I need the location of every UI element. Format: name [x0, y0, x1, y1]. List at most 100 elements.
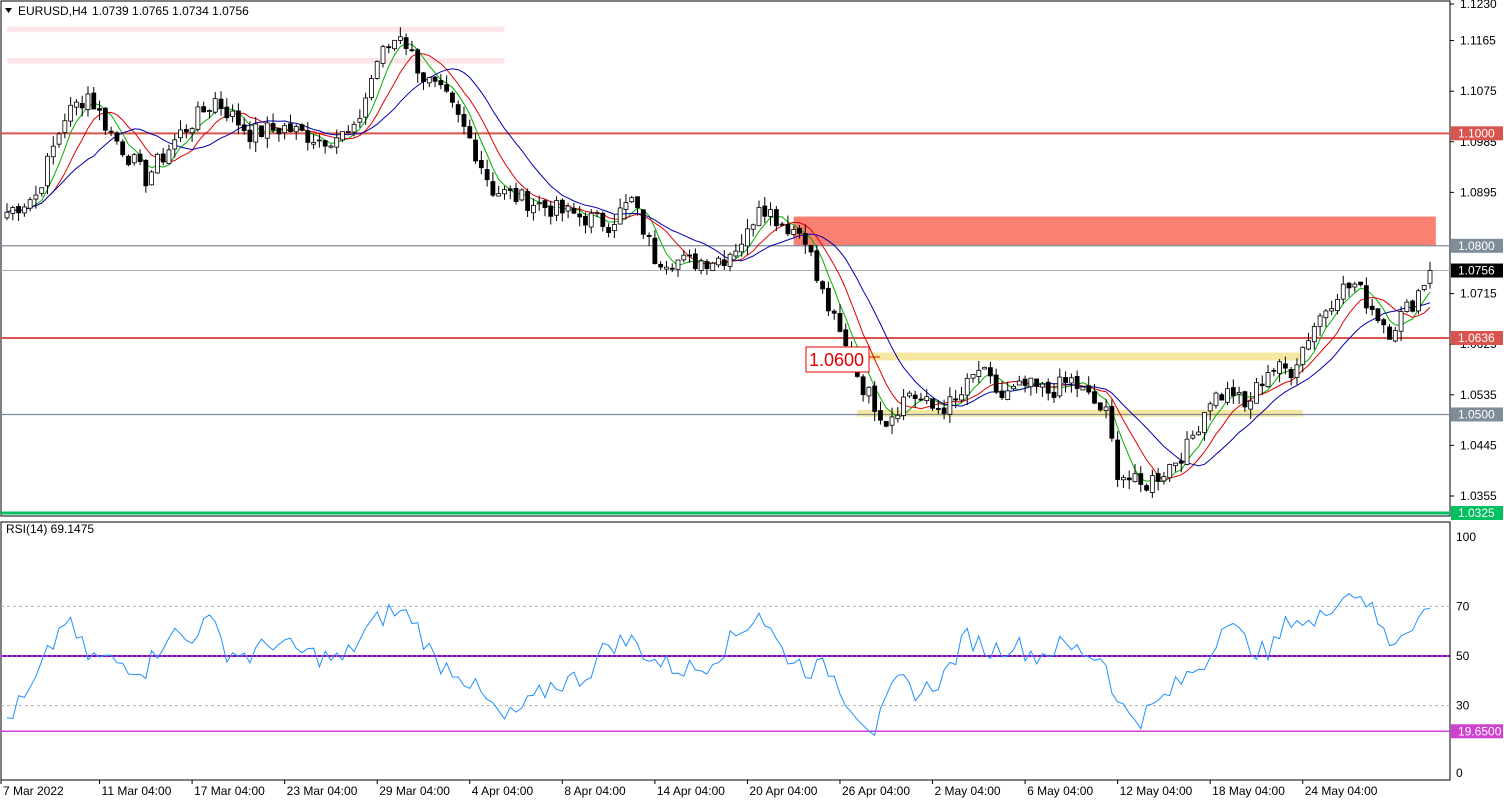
- candle-body: [345, 130, 351, 133]
- zone-yellow: [857, 409, 1303, 417]
- time-tick-label: 8 Apr 04:00: [564, 784, 626, 798]
- candle-body: [704, 261, 710, 270]
- candle-body: [386, 46, 392, 49]
- candle-body: [357, 118, 363, 123]
- candle-body: [1236, 391, 1242, 395]
- candle-body: [687, 254, 692, 257]
- candle-body: [721, 259, 727, 267]
- candle-body: [860, 376, 866, 396]
- candle-body: [282, 125, 288, 134]
- rsi-tick-label: 0: [1456, 766, 1463, 780]
- candle-body: [1358, 281, 1363, 286]
- candle-body: [1132, 473, 1138, 483]
- candle-body: [999, 390, 1005, 399]
- candle-body: [212, 98, 218, 113]
- triangle-down-icon[interactable]: [5, 8, 12, 13]
- candle-body: [247, 129, 253, 142]
- candle-body: [183, 129, 189, 133]
- candle-body: [496, 193, 502, 197]
- candle-body: [1144, 485, 1149, 491]
- candle-body: [380, 46, 386, 64]
- rsi-low-badge-label: 19.6500: [1458, 724, 1502, 738]
- candle-body: [1034, 378, 1040, 387]
- candle-body: [1427, 270, 1433, 284]
- candle-body: [1300, 346, 1306, 365]
- candle-body: [675, 259, 681, 270]
- candle-body: [1254, 382, 1259, 404]
- candle-body: [536, 202, 542, 205]
- candle-body: [1242, 391, 1248, 408]
- candle-body: [1340, 283, 1346, 300]
- candle-body: [924, 396, 930, 401]
- candle-body: [1022, 378, 1028, 386]
- price-tick-label: 1.0715: [1460, 287, 1497, 301]
- candle-body: [1063, 377, 1068, 383]
- candle-body: [276, 127, 282, 135]
- candle-body: [1011, 385, 1016, 390]
- candle-body: [791, 228, 797, 235]
- candle-body: [745, 228, 750, 247]
- price-tick-label: 1.1165: [1460, 34, 1496, 48]
- candle-body: [1092, 391, 1097, 404]
- candle-body: [490, 181, 496, 196]
- candle-body: [270, 123, 276, 131]
- candle-body: [438, 80, 444, 86]
- candle-body: [264, 122, 270, 139]
- candle-body: [1265, 372, 1271, 387]
- candle-body: [623, 202, 629, 210]
- candle-body: [1317, 315, 1323, 327]
- rsi-tick-label: 70: [1456, 599, 1470, 613]
- candle-body: [843, 329, 849, 347]
- candle-body: [987, 367, 993, 377]
- candle-body: [79, 103, 85, 109]
- candle-body: [137, 153, 143, 162]
- candle-body: [322, 140, 328, 147]
- candle-body: [340, 131, 345, 141]
- candle-body: [652, 237, 658, 264]
- time-axis: 7 Mar 2022 11 Mar 04:00 17 Mar 04:00 23 Mar…: [0, 780, 1378, 798]
- candle-body: [716, 257, 721, 266]
- candle-body: [1005, 390, 1011, 400]
- level-badge-label: 1.0500: [1458, 407, 1495, 421]
- candle-body: [218, 98, 224, 109]
- annotation-label: 1.0600: [809, 350, 864, 370]
- candle-body: [166, 149, 172, 164]
- candle-body: [1288, 368, 1294, 379]
- candle-body: [571, 207, 577, 214]
- candle-body: [467, 126, 473, 139]
- price-tick-label: 1.1230: [1460, 0, 1497, 11]
- candle-body: [525, 191, 531, 211]
- candle-body: [1016, 380, 1022, 386]
- candle-body: [918, 398, 924, 401]
- candle-body: [565, 205, 571, 212]
- candle-body: [1196, 431, 1202, 436]
- candle-body: [68, 104, 74, 122]
- candle-body: [114, 132, 120, 142]
- candle-body: [1352, 283, 1358, 288]
- candle-body: [1329, 308, 1335, 312]
- candle-body: [27, 199, 33, 209]
- candle-body: [1207, 403, 1213, 412]
- candle-body: [369, 78, 374, 98]
- candle-body: [513, 188, 519, 203]
- candle-body: [56, 133, 62, 145]
- candle-body: [1323, 310, 1329, 319]
- candle-body: [930, 398, 935, 409]
- candle-body: [617, 207, 623, 225]
- candle-body: [588, 212, 594, 228]
- candle-body: [160, 153, 166, 163]
- candle-body: [750, 224, 756, 230]
- candle-body: [316, 139, 322, 142]
- candle-body: [224, 106, 230, 119]
- candle-body: [1248, 400, 1254, 410]
- candle-body: [669, 267, 675, 270]
- candle-body: [415, 49, 421, 74]
- candle-body: [1421, 284, 1427, 290]
- rsi-axis: 19.6500 100 70 50 30 0: [1451, 530, 1503, 780]
- candle-body: [797, 227, 802, 234]
- candle-body: [976, 369, 982, 377]
- candle-body: [409, 49, 415, 52]
- candle-body: [912, 394, 918, 400]
- zone-red: [793, 216, 1436, 246]
- candle-body: [559, 199, 565, 214]
